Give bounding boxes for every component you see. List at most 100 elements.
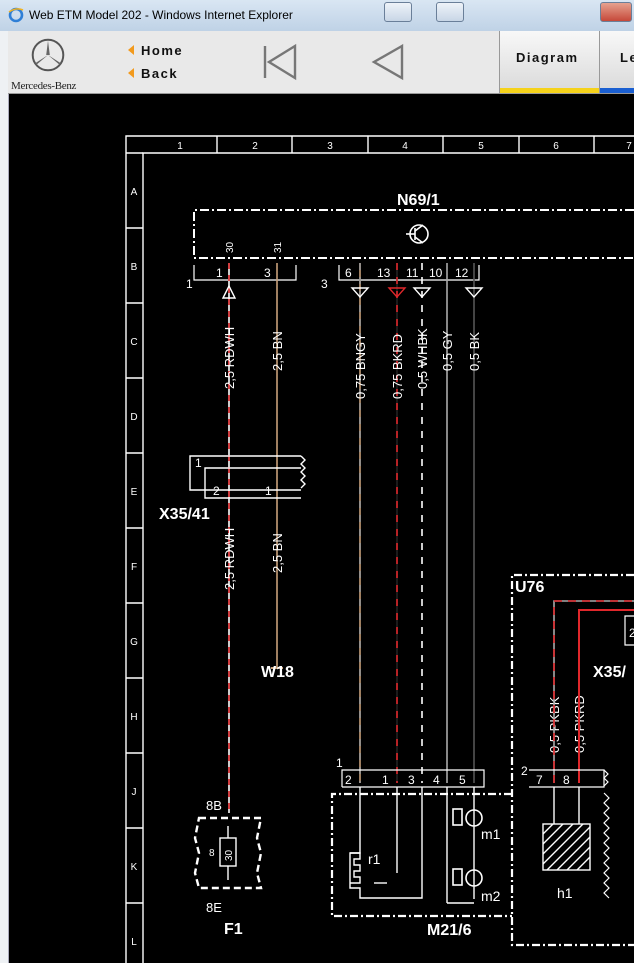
pin-number: 2 [629, 626, 634, 640]
wire-label: 0,75 BNGY [353, 333, 368, 399]
grid-labels: 1 2 3 4 5 6 7 A B C D E F G H J K L [130, 141, 632, 948]
wire-label: 0,5 WHBK [415, 328, 430, 389]
pin-number: 1 [265, 484, 272, 498]
u76-label: U76 [515, 579, 544, 596]
grid-col-label: 7 [626, 141, 632, 152]
grid-col-label: 6 [553, 141, 559, 152]
orange-arrow-icon [128, 68, 134, 78]
brand-name: Mercedes-Benz [11, 80, 77, 92]
w18-label: W18 [261, 664, 294, 681]
grid-row-label: F [131, 562, 137, 573]
tab-diagram[interactable]: Diagram [499, 31, 599, 93]
first-page-icon[interactable] [260, 43, 300, 81]
mercedes-star-logo [31, 38, 65, 72]
window-titlebar: Web ETM Model 202 - Windows Internet Exp… [0, 0, 634, 32]
maximize-button[interactable] [436, 2, 464, 22]
wire-label: 0,5 GY [440, 330, 455, 371]
wiring-diagram: 1 2 3 4 5 6 7 A B C D E F G H J K L N69/… [125, 135, 634, 963]
pin-number: 1 [382, 773, 389, 787]
minimize-button[interactable] [384, 2, 412, 22]
connector-number: 2 [521, 764, 528, 778]
pin-number: 30 [225, 241, 236, 253]
pin-number: 8 [563, 773, 570, 787]
wire-pkbk [553, 600, 634, 783]
wire-label: 0,5 BK [467, 332, 482, 371]
grid-col-label: 3 [327, 141, 333, 152]
wire-pkrd [578, 609, 634, 783]
grid-col-label: 2 [252, 141, 258, 152]
pin-number: 31 [273, 241, 284, 253]
wire-label: 2,5 BN [270, 533, 285, 573]
wire-label: 0,75 BKRD [390, 334, 405, 399]
f1-terminal-label: 8B [206, 798, 222, 813]
pin-number: 5 [459, 773, 466, 787]
wire-arrows [221, 284, 484, 299]
h1-element [542, 787, 591, 871]
grid-col-label: 5 [478, 141, 484, 152]
pin-number: 7 [536, 773, 543, 787]
grid-row-label: C [130, 337, 137, 348]
pin-number: 13 [377, 266, 391, 280]
pin-number: 1 [195, 456, 202, 470]
pin-number: 2 [213, 484, 220, 498]
fuse-rating: 30 [224, 849, 235, 861]
grid-col-label: 1 [177, 141, 183, 152]
transistor-icon [406, 224, 429, 244]
etm-toolbar: Mercedes-Benz Home Back Diagram Le [8, 31, 634, 94]
window-title: Web ETM Model 202 - Windows Internet Exp… [29, 8, 293, 22]
pin-number: 4 [433, 773, 440, 787]
tab-diagram-label: Diagram [516, 50, 579, 65]
connector-number: 3 [321, 277, 328, 291]
n69-label: N69/1 [397, 192, 440, 209]
home-link[interactable]: Home [128, 43, 183, 58]
grid-row-label: D [130, 412, 137, 423]
grid-row-label: J [132, 787, 137, 798]
grid-row-label: E [131, 487, 138, 498]
m216-label: M21/6 [427, 922, 472, 939]
previous-page-icon[interactable] [370, 43, 406, 81]
motor-m1-label: m1 [481, 826, 501, 842]
home-label: Home [141, 43, 184, 58]
f1-terminal-label: 8E [206, 900, 222, 915]
f1-label: F1 [224, 921, 243, 938]
n69-connector-1 [193, 265, 297, 281]
connector-number: 1 [336, 756, 343, 770]
u76-housing [510, 573, 634, 947]
connector-number: 1 [186, 277, 193, 291]
grid-row-label: G [130, 637, 138, 648]
r1-label: r1 [368, 851, 381, 867]
h1-label: h1 [557, 885, 573, 901]
grid-row-label: L [131, 937, 137, 948]
u76-connector [529, 769, 610, 899]
close-button[interactable] [600, 2, 632, 22]
x35-label: X35/ [593, 664, 626, 681]
pin-number: 12 [455, 266, 469, 280]
pin-number: 6 [345, 266, 352, 280]
wire-label: 2,5 RDWH [222, 528, 237, 590]
pin-number: 11 [406, 266, 419, 280]
pin-number: 10 [429, 266, 443, 280]
back-label: Back [141, 66, 179, 81]
pin-number: 1 [216, 266, 223, 280]
grid-row-label: H [130, 712, 137, 723]
x3541-label: X35/41 [159, 506, 210, 523]
motor-icon [452, 808, 483, 887]
pin-number: 2 [345, 773, 352, 787]
tab-legend[interactable]: Le [599, 31, 634, 93]
grid-row-label: K [131, 862, 138, 873]
grid-row-label: B [131, 262, 138, 273]
pin-number: 3 [408, 773, 415, 787]
pin-number: 3 [264, 266, 271, 280]
fuse-number: 8 [209, 848, 215, 859]
x3541-connector [189, 455, 306, 499]
wire-pkbk-stripe [553, 600, 634, 783]
back-link[interactable]: Back [128, 66, 178, 81]
wire-label: 2,5 RDWH [222, 327, 237, 389]
orange-arrow-icon [128, 45, 134, 55]
motor-m2-label: m2 [481, 888, 501, 904]
left-frame-edge [0, 31, 9, 963]
grid-col-label: 4 [402, 141, 408, 152]
wire-label: 2,5 BN [270, 331, 285, 371]
tab-legend-label: Le [620, 50, 634, 65]
internet-explorer-icon [8, 7, 24, 23]
